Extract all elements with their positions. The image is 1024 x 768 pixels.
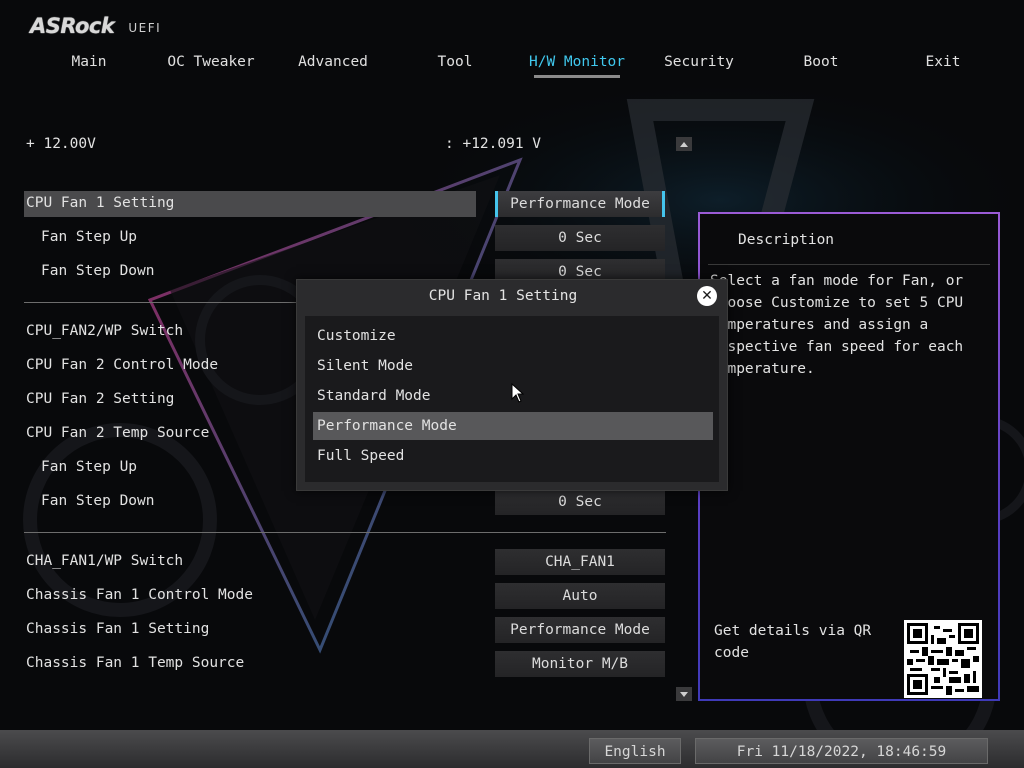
setting-label: Fan Step Up bbox=[41, 459, 138, 475]
setting-value-button[interactable]: CHA_FAN1 bbox=[495, 549, 665, 575]
option-performance-mode[interactable]: Performance Mode bbox=[313, 412, 713, 440]
setting-label: CHA_FAN1/WP Switch bbox=[26, 553, 184, 569]
setting-value-button[interactable]: Auto bbox=[495, 583, 665, 609]
setting-row-chassis-fan1-setting[interactable]: Chassis Fan 1 Setting Performance Mode bbox=[24, 617, 666, 643]
setting-value-button[interactable]: 0 Sec bbox=[495, 225, 665, 251]
qr-hint-text: Get details via QR code bbox=[714, 623, 872, 661]
tab-main[interactable]: Main bbox=[28, 52, 150, 78]
option-silent-mode[interactable]: Silent Mode bbox=[313, 352, 713, 380]
tab-security[interactable]: Security bbox=[638, 52, 760, 78]
setting-label: Chassis Fan 1 Setting bbox=[26, 621, 210, 637]
main-nav: Main OC Tweaker Advanced Tool H/W Monito… bbox=[28, 52, 1006, 78]
tab-hw-monitor[interactable]: H/W Monitor bbox=[516, 52, 638, 78]
setting-label: Chassis Fan 1 Temp Source bbox=[26, 655, 245, 671]
setting-row-chassis-fan1-control-mode[interactable]: Chassis Fan 1 Control Mode Auto bbox=[24, 583, 666, 609]
description-title: Description bbox=[738, 232, 835, 248]
mouse-pointer-icon bbox=[511, 383, 525, 403]
description-text: Select a fan mode for Fan, or choose Cus… bbox=[710, 273, 964, 377]
setting-value-button[interactable]: 0 Sec bbox=[495, 489, 665, 515]
scroll-down-icon[interactable] bbox=[676, 687, 692, 701]
scroll-up-icon[interactable] bbox=[676, 137, 692, 151]
status-bar: English Fri 11/18/2022, 18:46:59 bbox=[0, 730, 1024, 768]
setting-label: CPU Fan 2 Control Mode bbox=[26, 357, 219, 373]
setting-row-cha-fan1-wp-switch[interactable]: CHA_FAN1/WP Switch CHA_FAN1 bbox=[24, 549, 666, 575]
tab-exit[interactable]: Exit bbox=[882, 52, 1004, 78]
setting-label: CPU Fan 2 Setting bbox=[26, 391, 175, 407]
setting-label: Chassis Fan 1 Control Mode bbox=[26, 587, 253, 603]
setting-value-button[interactable]: Performance Mode bbox=[495, 617, 665, 643]
tab-advanced[interactable]: Advanced bbox=[272, 52, 394, 78]
setting-label: CPU Fan 2 Temp Source bbox=[26, 425, 210, 441]
setting-row-fan-step-up[interactable]: Fan Step Up 0 Sec bbox=[24, 225, 666, 251]
divider bbox=[24, 532, 666, 533]
divider bbox=[708, 264, 990, 265]
voltage-label: + 12.00V bbox=[26, 136, 96, 152]
setting-row-cpu-fan1-setting[interactable]: CPU Fan 1 Setting Performance Mode bbox=[24, 191, 666, 217]
tab-oc-tweaker[interactable]: OC Tweaker bbox=[150, 52, 272, 78]
setting-label: CPU Fan 1 Setting bbox=[26, 195, 175, 211]
asrock-logo: ASRock UEFI bbox=[30, 10, 161, 38]
close-icon[interactable]: ✕ bbox=[697, 286, 717, 306]
description-panel: Description Select a fan mode for Fan, o… bbox=[698, 212, 1000, 701]
option-full-speed[interactable]: Full Speed bbox=[313, 442, 713, 470]
qr-code-icon bbox=[904, 620, 982, 698]
setting-label: Fan Step Down bbox=[41, 493, 155, 509]
datetime-display: Fri 11/18/2022, 18:46:59 bbox=[695, 738, 988, 764]
language-button[interactable]: English bbox=[589, 738, 681, 764]
setting-label: Fan Step Down bbox=[41, 263, 155, 279]
setting-label: CPU_FAN2/WP Switch bbox=[26, 323, 184, 339]
tab-tool[interactable]: Tool bbox=[394, 52, 516, 78]
brand-name: ASRock bbox=[30, 14, 115, 38]
tab-boot[interactable]: Boot bbox=[760, 52, 882, 78]
setting-value-button[interactable]: Monitor M/B bbox=[495, 651, 665, 677]
dialog-title: CPU Fan 1 Setting bbox=[428, 288, 578, 304]
voltage-value: : +12.091 V bbox=[445, 136, 542, 152]
setting-value-button[interactable]: Performance Mode bbox=[495, 191, 665, 217]
uefi-label: UEFI bbox=[128, 21, 162, 35]
setting-row-fan2-step-down[interactable]: Fan Step Down 0 Sec bbox=[24, 489, 666, 515]
option-customize[interactable]: Customize bbox=[313, 322, 713, 350]
setting-row-chassis-fan1-temp-source[interactable]: Chassis Fan 1 Temp Source Monitor M/B bbox=[24, 651, 666, 677]
setting-label: Fan Step Up bbox=[41, 229, 138, 245]
